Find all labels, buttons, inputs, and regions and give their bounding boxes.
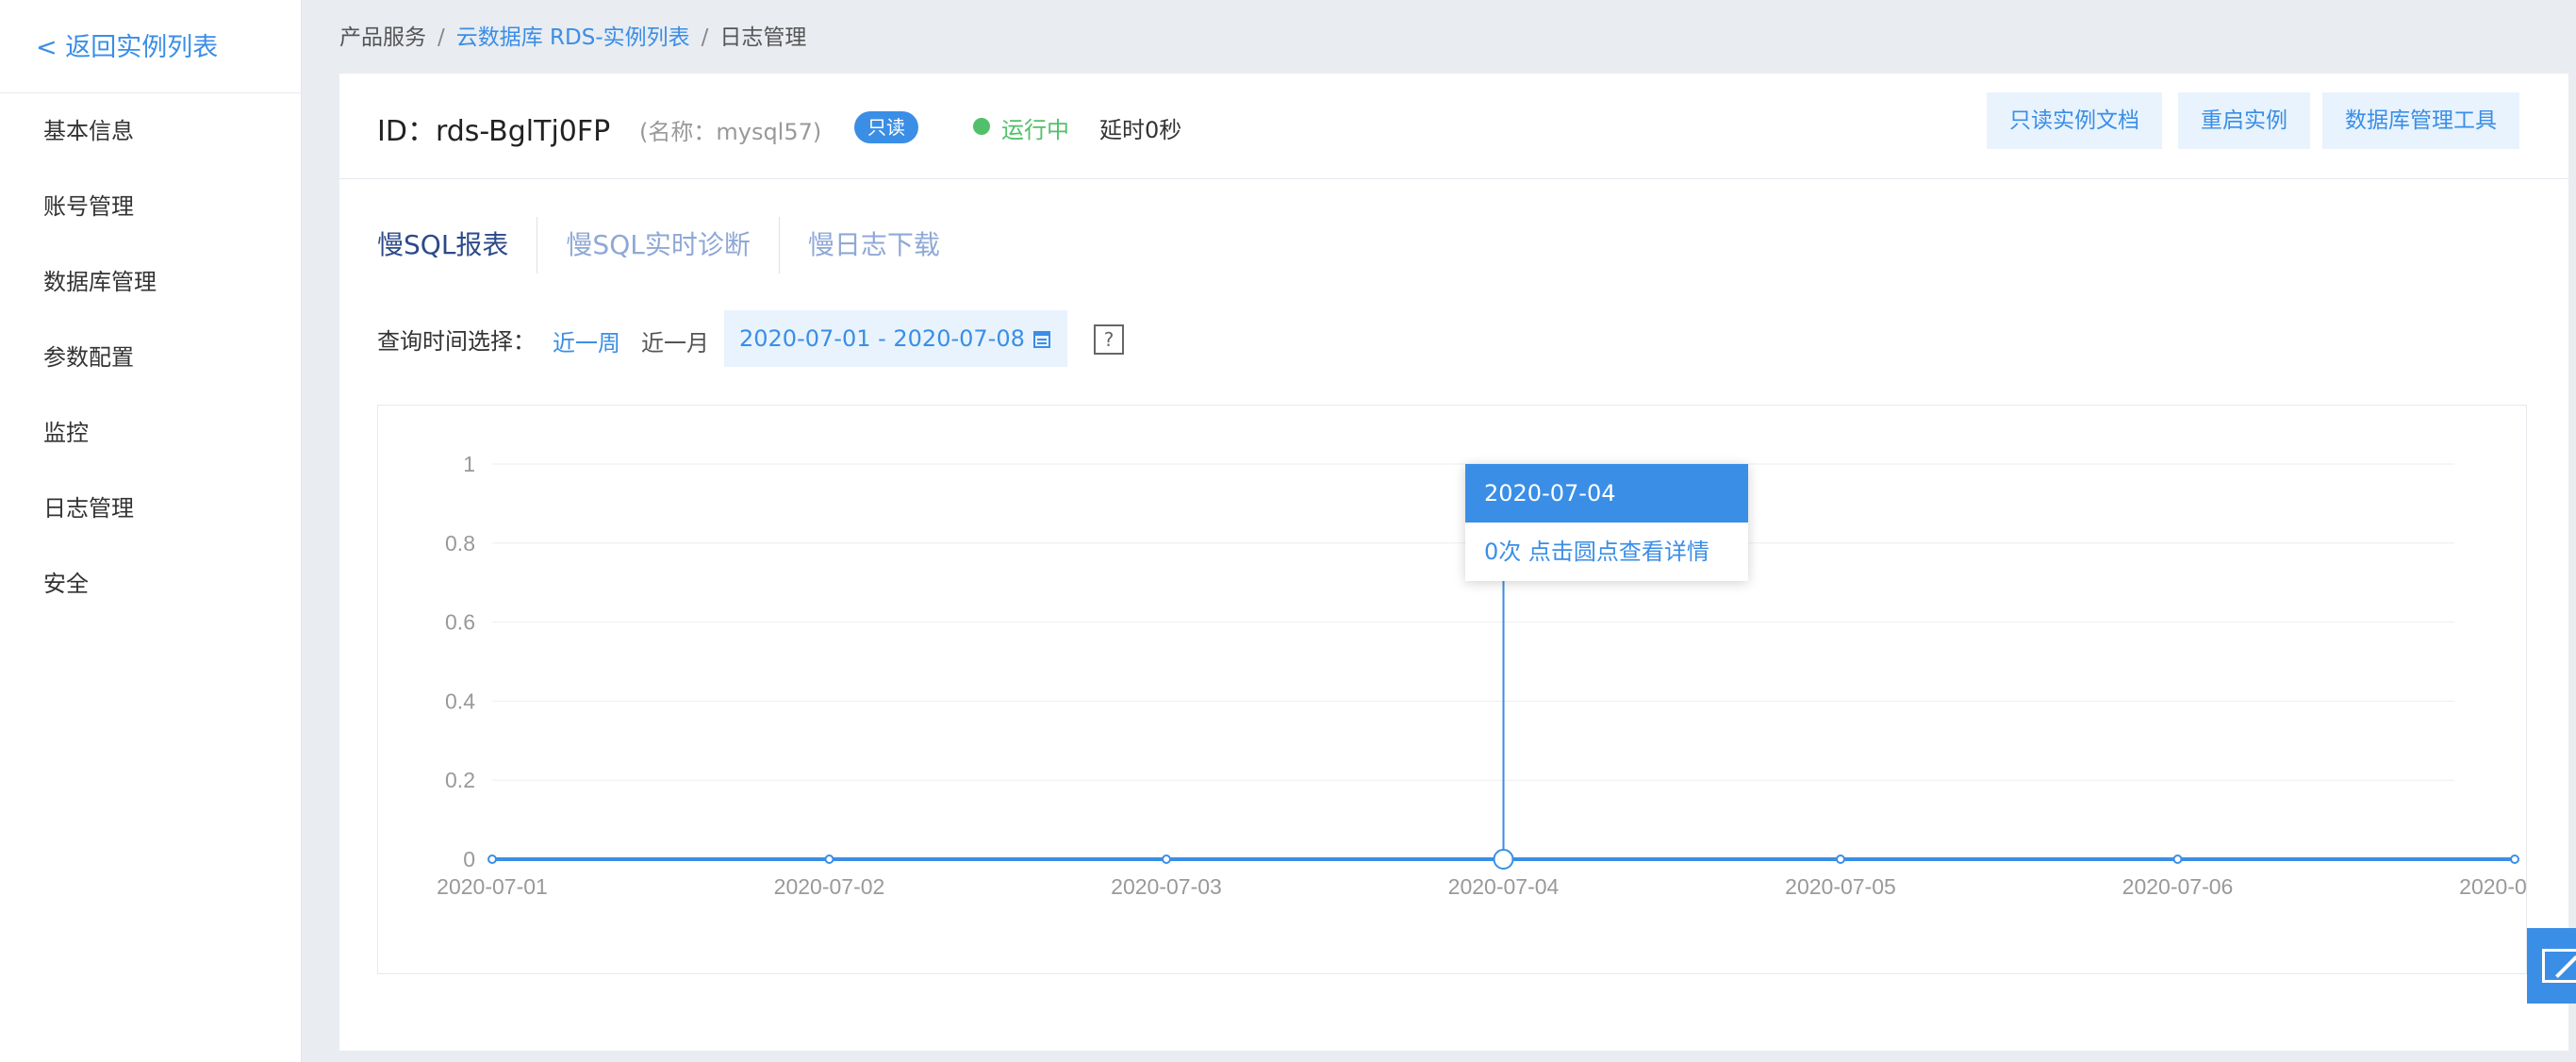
y-tick-label: 0.6 <box>445 610 475 635</box>
back-to-instance-list-link[interactable]: < 返回实例列表 <box>36 26 218 63</box>
y-tick-label: 0.4 <box>445 689 475 713</box>
tooltip-date: 2020-07-04 <box>1465 464 1748 523</box>
chart-tooltip: 2020-07-04 0次 点击圆点查看详情 <box>1465 464 1748 581</box>
tab-slow-sql-report[interactable]: 慢SQL报表 <box>377 217 538 274</box>
x-tick-label: 2020-07-05 <box>1785 874 1896 899</box>
floating-edit-button[interactable] <box>2527 928 2576 1004</box>
sidebar-divider <box>0 92 301 93</box>
data-point <box>1162 855 1171 864</box>
x-tick-label: 2020-07-07 <box>2459 874 2527 899</box>
sidebar-item-logs[interactable]: 日志管理 <box>0 489 301 564</box>
replication-delay: 延时0秒 <box>1099 117 1182 143</box>
log-tabs: 慢SQL报表 慢SQL实时诊断 慢日志下载 <box>377 217 968 274</box>
breadcrumb-current: 日志管理 <box>719 25 807 50</box>
y-tick-label: 1 <box>463 452 475 476</box>
sidebar-item-security[interactable]: 安全 <box>0 564 301 639</box>
instance-id: ID：rds-BglTj0FP <box>377 115 611 148</box>
breadcrumb-instance-list[interactable]: 云数据库 RDS-实例列表 <box>456 25 690 50</box>
sidebar-item-databases[interactable]: 数据库管理 <box>0 262 301 338</box>
calendar-icon <box>1033 331 1050 348</box>
y-tick-label: 0.8 <box>445 531 475 556</box>
breadcrumb-separator: / <box>438 25 445 50</box>
x-tick-label: 2020-07-02 <box>774 874 885 899</box>
last-week-button[interactable]: 近一周 <box>553 324 620 357</box>
tab-slow-log-download[interactable]: 慢日志下载 <box>780 217 968 274</box>
readonly-badge: 只读 <box>854 111 918 143</box>
instance-status: 运行中 <box>1001 117 1069 143</box>
help-icon[interactable]: ? <box>1094 324 1124 355</box>
instance-name: (名称：mysql57) <box>639 119 822 145</box>
instance-header: ID：rds-BglTj0FP (名称：mysql57) 只读 运行中 延时0秒… <box>339 74 2568 179</box>
breadcrumb-separator: / <box>701 25 709 50</box>
data-point <box>2172 855 2183 864</box>
x-tick-label: 2020-07-03 <box>1111 874 1222 899</box>
last-month-button[interactable]: 近一月 <box>641 324 709 357</box>
db-management-tool-button[interactable]: 数据库管理工具 <box>2322 92 2519 149</box>
data-point <box>1836 855 1845 864</box>
x-tick-label: 2020-07-06 <box>2122 874 2234 899</box>
chart-svg: 0 0.2 0.4 0.6 0.8 1 2020-07-01 2020-07-02 2020-0… <box>437 452 2527 899</box>
tooltip-detail[interactable]: 0次 点击圆点查看详情 <box>1465 523 1748 581</box>
data-point <box>487 855 497 864</box>
data-point <box>2510 855 2519 864</box>
date-range-picker[interactable]: 2020-07-01 - 2020-07-08 <box>724 310 1067 367</box>
y-tick-label: 0.2 <box>445 768 475 792</box>
edit-icon <box>2542 949 2576 983</box>
data-point <box>824 855 834 864</box>
breadcrumb: 产品服务 / 云数据库 RDS-实例列表 / 日志管理 <box>339 19 806 51</box>
breadcrumb-products[interactable]: 产品服务 <box>339 25 426 50</box>
sidebar-nav: 基本信息 账号管理 数据库管理 参数配置 监控 日志管理 安全 <box>0 111 301 639</box>
sidebar-item-monitoring[interactable]: 监控 <box>0 413 301 489</box>
restart-instance-button[interactable]: 重启实例 <box>2178 92 2310 149</box>
sidebar: < 返回实例列表 基本信息 账号管理 数据库管理 参数配置 监控 日志管理 安全 <box>0 0 302 1062</box>
slow-sql-chart: 0 0.2 0.4 0.6 0.8 1 2020-07-01 2020-07-02 2020-0… <box>377 405 2527 974</box>
x-tick-label: 2020-07-04 <box>1448 874 1560 899</box>
tab-slow-sql-realtime[interactable]: 慢SQL实时诊断 <box>537 217 780 274</box>
readonly-doc-button[interactable]: 只读实例文档 <box>1987 92 2162 149</box>
x-tick-label: 2020-07-01 <box>437 874 548 899</box>
sidebar-item-accounts[interactable]: 账号管理 <box>0 187 301 262</box>
sidebar-item-basic-info[interactable]: 基本信息 <box>0 111 301 187</box>
main-card: ID：rds-BglTj0FP (名称：mysql57) 只读 运行中 延时0秒… <box>339 74 2568 1051</box>
data-point <box>1493 849 1514 870</box>
date-range-value: 2020-07-01 - 2020-07-08 <box>739 325 1025 352</box>
sidebar-item-parameters[interactable]: 参数配置 <box>0 338 301 413</box>
status-dot-icon <box>973 118 990 135</box>
y-tick-label: 0 <box>463 847 475 871</box>
query-time-label: 查询时间选择： <box>377 328 536 355</box>
